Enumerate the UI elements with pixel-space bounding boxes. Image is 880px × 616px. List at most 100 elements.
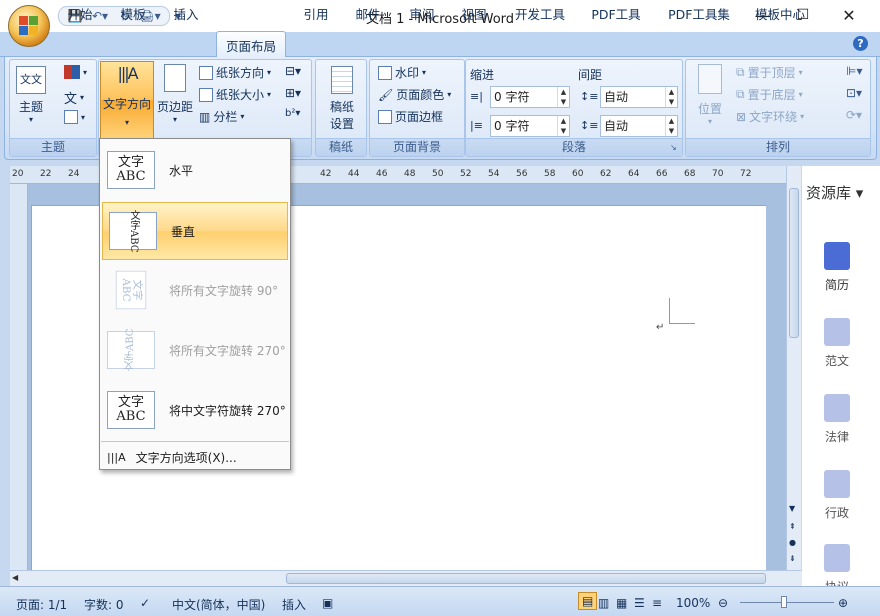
margins-icon: [164, 64, 186, 92]
watermark-button[interactable]: 水印 ▾: [378, 64, 426, 81]
orientation-button[interactable]: 纸张方向 ▾: [199, 64, 271, 81]
line-numbers-button[interactable]: ⊞▾: [285, 86, 301, 100]
office-button[interactable]: [8, 5, 50, 47]
send-to-back-icon: ⧉: [736, 87, 745, 101]
align-button[interactable]: ⊫▾: [846, 64, 862, 78]
ruler-tick-label: 50: [432, 169, 444, 179]
space-before-input[interactable]: 自动 ▲ ▼: [600, 86, 678, 108]
spinner-arrows-icon[interactable]: ▲ ▼: [665, 116, 677, 136]
draft-view-icon[interactable]: ≡: [652, 596, 662, 610]
side-item-resume[interactable]: 简历: [802, 242, 872, 293]
watermark-label: 水印: [395, 66, 420, 80]
close-button[interactable]: ✕: [826, 0, 872, 30]
menu-item-vertical[interactable]: 文字ABC 垂直: [102, 202, 288, 260]
zoom-slider-thumb[interactable]: [781, 596, 787, 608]
page-color-label: 页面颜色: [396, 88, 445, 102]
sample-icon: [824, 318, 850, 346]
columns-button[interactable]: ▥ 分栏 ▾: [199, 108, 244, 125]
page-count[interactable]: 页面: 1/1: [16, 596, 67, 613]
full-screen-view-icon[interactable]: ▥: [598, 596, 609, 610]
text-direction-options-item[interactable]: |||A 文字方向选项(X)...: [101, 444, 289, 470]
rotate-90-icon: 文字 ABC: [115, 270, 147, 310]
tab-template-center[interactable]: 模板中心: [748, 2, 812, 25]
scroll-left-icon[interactable]: ◀: [12, 573, 18, 582]
chevron-down-icon: ▾: [798, 90, 803, 99]
theme-fonts-button[interactable]: 文 ▾: [64, 88, 84, 107]
zoom-in-icon[interactable]: ⊕: [838, 596, 848, 610]
horizontal-scroll-thumb[interactable]: [286, 573, 766, 584]
tab-insert[interactable]: 插入: [164, 2, 208, 25]
outline-view-icon[interactable]: ☰: [634, 596, 645, 610]
previous-page-icon[interactable]: ⇞: [789, 522, 796, 531]
menu-item-rotate-cjk-270[interactable]: 文字 ABC 将中文字符旋转 270°: [101, 381, 289, 439]
spinner-arrows-icon[interactable]: ▲ ▼: [557, 116, 569, 136]
send-to-back-label: 置于底层: [747, 88, 796, 102]
zoom-out-icon[interactable]: ⊖: [718, 596, 728, 610]
tab-home[interactable]: 开始: [58, 2, 102, 25]
next-page-icon[interactable]: ⇟: [789, 554, 796, 563]
send-to-back-button[interactable]: ⧉ 置于底层 ▾: [736, 86, 803, 103]
paper-size-button[interactable]: 纸张大小 ▾: [199, 86, 271, 103]
theme-button[interactable]: 文文 主题 ▾: [14, 66, 48, 124]
tab-pdf-toolkit[interactable]: PDF工具集: [660, 2, 738, 25]
page-color-button[interactable]: 🖌 页面颜色 ▾: [378, 86, 451, 103]
paper-size-icon: [199, 87, 213, 102]
tab-developer[interactable]: 开发工具: [508, 2, 572, 25]
page-border-button[interactable]: 页面边框: [378, 108, 443, 125]
spinner-arrows-icon[interactable]: ▲ ▼: [557, 87, 569, 107]
ruler-tick-label: 46: [376, 169, 388, 179]
zoom-slider[interactable]: [740, 602, 834, 603]
space-after-input[interactable]: 自动 ▲ ▼: [600, 115, 678, 137]
side-item-admin[interactable]: 行政: [802, 470, 872, 521]
indent-right-icon: |≡: [470, 119, 483, 132]
menu-item-horizontal[interactable]: 文字 ABC 水平: [101, 141, 289, 199]
draft-paper-button[interactable]: 稿纸 设置: [322, 66, 362, 132]
proofing-icon[interactable]: ✓: [140, 596, 150, 610]
tab-references[interactable]: 引用: [294, 2, 338, 25]
side-item-agreement[interactable]: 协议: [802, 544, 872, 586]
theme-group: 文文 主题 ▾ ▾ 文 ▾ ▾ 主题: [9, 59, 97, 157]
tab-page-layout[interactable]: 页面布局: [216, 31, 286, 58]
text-direction-button[interactable]: |||A 文字方向 ▾: [100, 61, 154, 139]
macro-record-icon[interactable]: ▣: [322, 596, 333, 610]
text-wrap-button[interactable]: ⊠ 文字环绕 ▾: [736, 108, 804, 125]
vertical-scrollbar[interactable]: ▼ ⇞ ● ⇟: [786, 166, 801, 570]
resource-panel-title[interactable]: 资源库 ▾: [806, 182, 863, 203]
tab-templates[interactable]: 模板: [111, 2, 155, 25]
side-item-sample[interactable]: 范文: [802, 318, 872, 369]
theme-colors-button[interactable]: ▾: [64, 65, 87, 79]
zoom-level[interactable]: 100%: [676, 596, 710, 610]
indent-left-input[interactable]: 0 字符 ▲ ▼: [490, 86, 570, 108]
side-item-law[interactable]: 法律: [802, 394, 872, 445]
scroll-down-icon[interactable]: ▼: [789, 504, 795, 513]
hyphenation-button[interactable]: b²▾: [285, 108, 300, 119]
vertical-ruler[interactable]: [10, 184, 28, 570]
tab-view[interactable]: 视图: [452, 2, 496, 25]
indent-right-input[interactable]: 0 字符 ▲ ▼: [490, 115, 570, 137]
rotate-button[interactable]: ⟳▾: [846, 108, 862, 122]
status-bar: 页面: 1/1 字数: 0 ✓ 中文(简体，中国) 插入 ▣ ▤ ▥ ▦ ☰ ≡…: [0, 586, 880, 616]
web-layout-view-icon[interactable]: ▦: [616, 596, 627, 610]
spinner-arrows-icon[interactable]: ▲ ▼: [665, 87, 677, 107]
select-browse-object-icon[interactable]: ●: [789, 538, 796, 547]
chevron-down-icon: ▾: [83, 67, 88, 77]
margins-button[interactable]: 页边距 ▾: [157, 64, 193, 124]
text-wrap-label: 文字环绕: [749, 110, 798, 124]
position-button[interactable]: 位置 ▾: [692, 64, 728, 126]
bring-to-front-button[interactable]: ⧉ 置于顶层 ▾: [736, 64, 803, 81]
tab-pdf-tools[interactable]: PDF工具: [584, 2, 648, 25]
insert-mode[interactable]: 插入: [282, 596, 306, 613]
tab-review[interactable]: 审阅: [400, 2, 444, 25]
dialog-launcher-icon[interactable]: ↘: [670, 143, 680, 153]
group-objects-button[interactable]: ⊡▾: [846, 86, 862, 100]
print-layout-view-icon[interactable]: ▤: [578, 592, 598, 610]
language-status[interactable]: 中文(简体，中国): [172, 596, 265, 613]
theme-effects-button[interactable]: ▾: [64, 110, 85, 124]
tab-mailings[interactable]: 邮件: [346, 2, 390, 25]
page-background-group: 水印 ▾ 🖌 页面颜色 ▾ 页面边框 页面背景: [369, 59, 465, 157]
help-icon[interactable]: ?: [853, 36, 868, 51]
word-count[interactable]: 字数: 0: [84, 596, 124, 613]
breaks-button[interactable]: ⊟▾: [285, 64, 301, 78]
scroll-thumb[interactable]: [789, 188, 799, 338]
horizontal-scrollbar[interactable]: ◀ ▶: [10, 570, 850, 586]
